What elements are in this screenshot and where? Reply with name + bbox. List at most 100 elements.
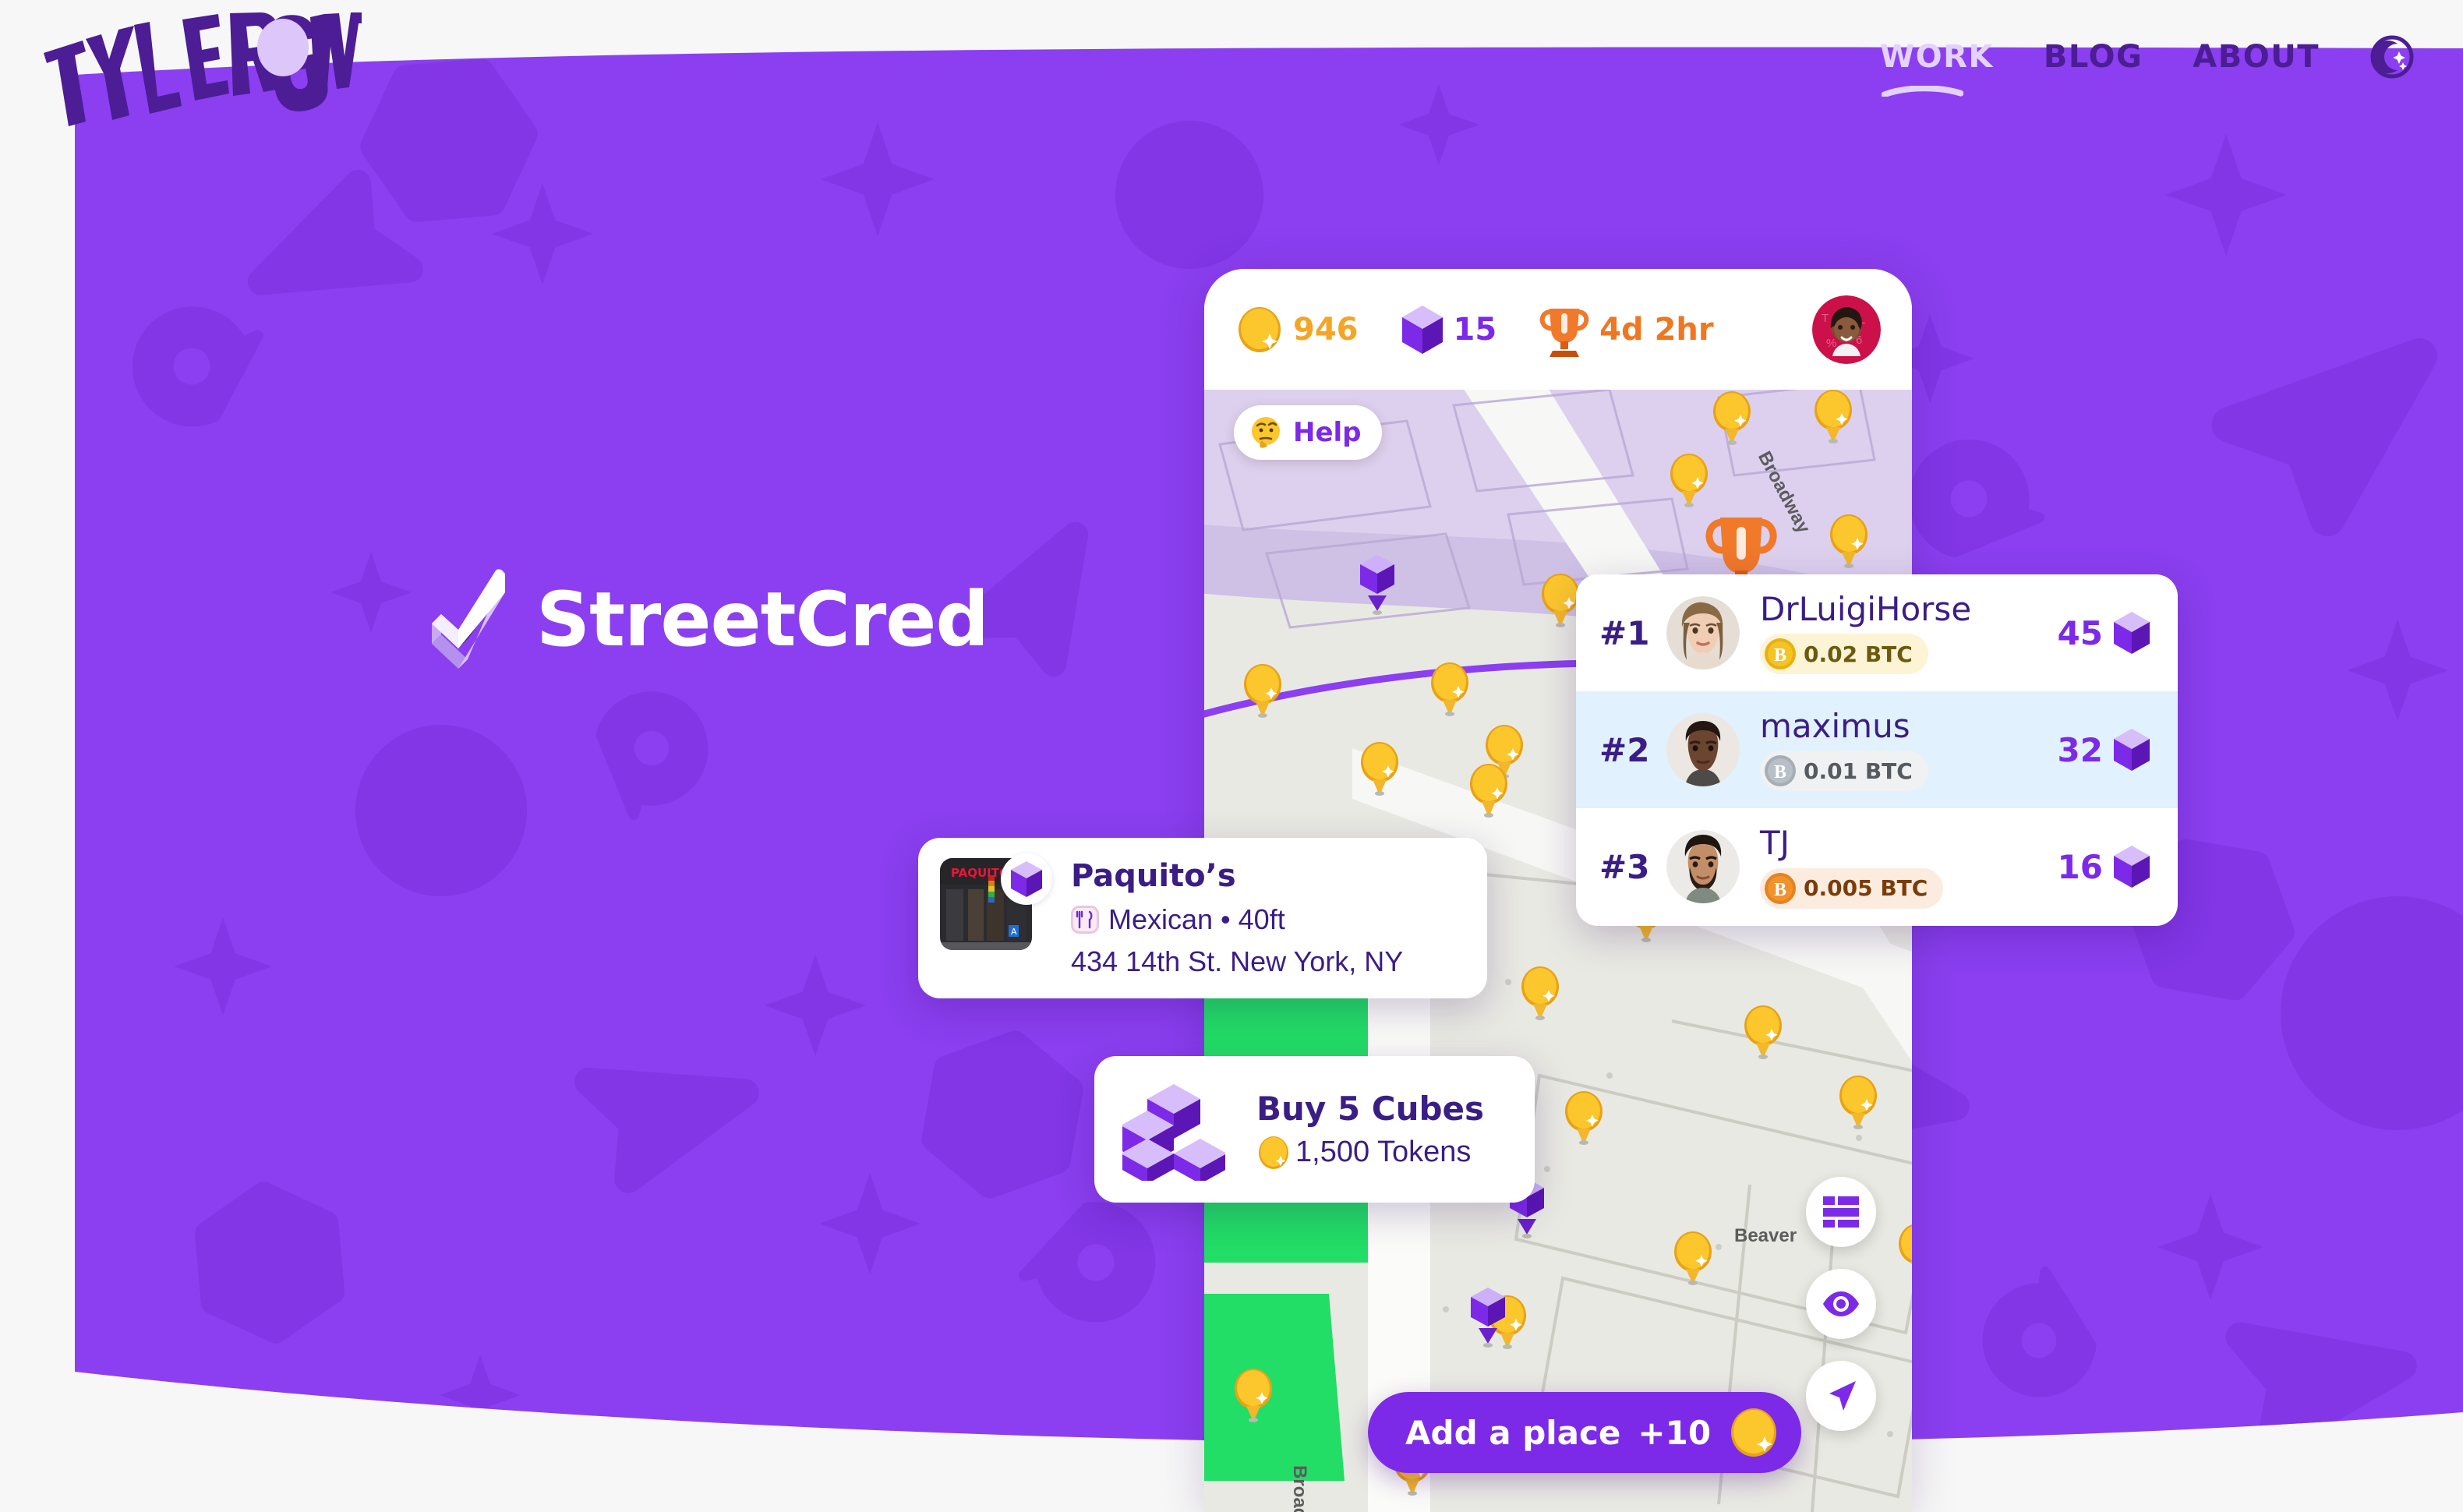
table-row[interactable]: #1 DrLuigiHorse B 0.02 BTC 45: [1576, 574, 2178, 691]
coin-icon: [1239, 306, 1281, 352]
coin-pin[interactable]: [1896, 1224, 1912, 1282]
svg-text:B: B: [1774, 645, 1786, 666]
place-meta-text: Mexican • 40ft: [1108, 903, 1285, 935]
nav-link-work[interactable]: WORK: [1879, 39, 1994, 97]
map-action-buttons: [1806, 1177, 1876, 1431]
cubes-stack-icon: [1122, 1084, 1225, 1181]
svg-text:B: B: [1774, 880, 1786, 900]
site-logo[interactable]: TYLER GAW: [34, 12, 362, 161]
cutlery-icon: [1071, 906, 1099, 934]
leaderboard-score: 45: [2058, 610, 2151, 655]
nav-label-work: WORK: [1879, 39, 1994, 75]
thinking-face-icon: [1252, 417, 1280, 448]
coin-pin[interactable]: [1828, 514, 1870, 573]
btc-badge: B 0.005 BTC: [1760, 867, 1944, 909]
leaderboard-card: #1 DrLuigiHorse B 0.02 BTC 45 #2 maximus…: [1576, 574, 2178, 926]
nav-link-about[interactable]: ABOUT: [2193, 39, 2320, 75]
nav-active-underline: [1881, 86, 1963, 97]
leaderboard-username: DrLuigiHorse: [1760, 590, 1972, 628]
time-left-value: 4d 2hr: [1599, 311, 1714, 348]
add-place-label: Add a place: [1405, 1413, 1621, 1452]
coin-pin[interactable]: [1742, 1005, 1784, 1064]
avatar: [1666, 596, 1740, 670]
place-name: Paquito’s: [1071, 858, 1236, 894]
btc-amount: 0.005 BTC: [1804, 875, 1928, 902]
table-row[interactable]: #3 TJ B 0.005 BTC 16: [1576, 808, 2178, 925]
add-place-bonus: +10: [1638, 1413, 1712, 1452]
stat-cubes[interactable]: 15: [1401, 304, 1497, 355]
coin-pin[interactable]: [1812, 390, 1854, 448]
checkmark-3d-icon: [432, 569, 505, 669]
coin-pin[interactable]: [1672, 1231, 1714, 1290]
coin-pin[interactable]: [1837, 1076, 1879, 1134]
eye-icon: [1823, 1291, 1859, 1316]
place-info: Paquito’s Mexican • 40ft 434 14th St. Ne…: [1052, 858, 1464, 978]
place-address: 434 14th St. New York, NY: [1071, 945, 1404, 977]
moon-icon[interactable]: [2369, 34, 2415, 79]
leaderboard-info: maximus B 0.01 BTC: [1760, 708, 2058, 792]
coin-pin[interactable]: [1232, 1369, 1274, 1427]
btc-amount: 0.02 BTC: [1804, 641, 1913, 667]
place-cube-badge: [1001, 853, 1052, 905]
logo-dot: [257, 19, 309, 76]
coin-pin[interactable]: [1242, 664, 1284, 722]
trophy-icon: [1539, 308, 1589, 357]
coin-pin[interactable]: [1539, 574, 1581, 632]
buy-cubes-price: 1,500 Tokens: [1295, 1136, 1472, 1168]
score-value: 16: [2057, 847, 2103, 886]
coin-pin[interactable]: [1711, 391, 1753, 450]
coin-pin[interactable]: [1519, 966, 1561, 1025]
coin-pin[interactable]: [1563, 1091, 1605, 1150]
svg-text:T: T: [1822, 312, 1829, 325]
tyler-gaw-wordmark: TYLER GAW: [44, 12, 362, 126]
coin-count: 946: [1293, 311, 1359, 348]
cube-icon: [2114, 612, 2150, 655]
leaderboard-rank: #3: [1599, 847, 1650, 886]
navigation-arrow-icon: [1829, 1381, 1856, 1411]
locate-me-button[interactable]: [1806, 1361, 1876, 1431]
buy-cubes-price-row: 1,500 Tokens: [1256, 1136, 1507, 1170]
avatar: [1666, 713, 1740, 787]
help-button[interactable]: Help: [1234, 405, 1382, 460]
svg-text:%: %: [1826, 337, 1836, 350]
cube-icon: [1401, 305, 1443, 354]
visibility-button[interactable]: [1806, 1269, 1876, 1339]
coin-pin[interactable]: [1668, 454, 1710, 512]
stat-time-left[interactable]: 4d 2hr: [1539, 302, 1714, 357]
place-card[interactable]: PAQUITO'S A Paquito’s Mexican • 40ft 434…: [918, 838, 1487, 998]
coin-pin[interactable]: [1359, 742, 1401, 800]
help-label: Help: [1293, 417, 1362, 448]
brand-name: StreetCred: [536, 576, 989, 663]
leaderboard-rank: #2: [1599, 730, 1650, 769]
table-row[interactable]: #2 maximus B 0.01 BTC 32: [1576, 691, 2178, 809]
streetcred-brand: StreetCred: [427, 569, 989, 670]
btc-badge: B 0.01 BTC: [1760, 751, 1928, 792]
bitcoin-icon: B: [1765, 638, 1796, 670]
buy-cubes-title: Buy 5 Cubes: [1256, 1089, 1485, 1128]
coin-pin[interactable]: [1468, 764, 1510, 822]
buy-cubes-card[interactable]: Buy 5 Cubes 1,500 Tokens: [1094, 1056, 1535, 1203]
stat-coins[interactable]: 946: [1235, 306, 1359, 354]
bitcoin-icon: B: [1765, 872, 1796, 904]
leaderboard-info: DrLuigiHorse B 0.02 BTC: [1760, 590, 2058, 675]
cube-icon: [2114, 729, 2150, 772]
btc-badge: B 0.02 BTC: [1760, 634, 1928, 675]
leaderboard-score: 16: [2058, 844, 2151, 889]
cube-icon: [2114, 846, 2150, 888]
add-place-button[interactable]: Add a place +10: [1368, 1392, 1802, 1473]
nav-label-blog: BLOG: [2043, 39, 2143, 75]
score-value: 32: [2057, 730, 2103, 769]
svg-text:B: B: [1774, 762, 1786, 782]
leaderboard-info: TJ B 0.005 BTC: [1760, 824, 2058, 909]
list-icon: [1823, 1196, 1859, 1228]
app-statusbar: 946 15 4d 2hr T L % 6: [1204, 269, 1912, 390]
coin-pin[interactable]: [1429, 662, 1471, 721]
nav-link-blog[interactable]: BLOG: [2044, 39, 2143, 75]
cube-pin[interactable]: [1359, 553, 1396, 620]
leaderboard-username: TJ: [1760, 824, 1790, 863]
nav-label-about: ABOUT: [2193, 39, 2320, 75]
list-view-button[interactable]: [1806, 1177, 1876, 1247]
svg-text:A: A: [1011, 927, 1017, 937]
cube-pin[interactable]: [1469, 1286, 1507, 1352]
user-avatar[interactable]: T L% 6: [1812, 295, 1881, 364]
